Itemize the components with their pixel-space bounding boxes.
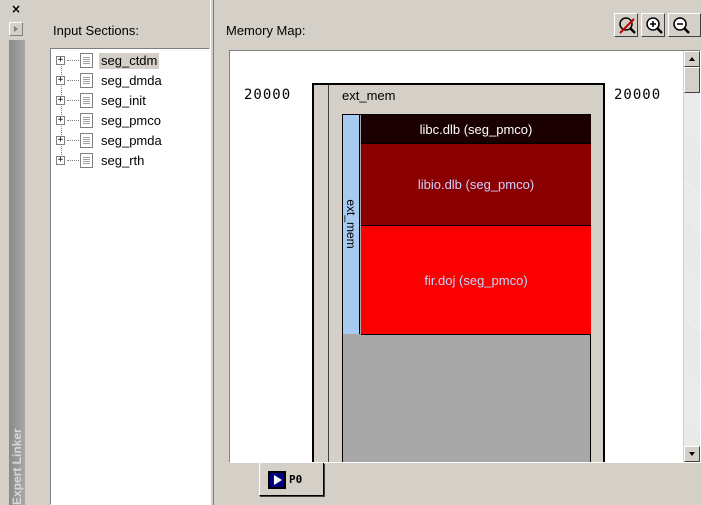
tree-item-label: seg_pmda: [101, 133, 162, 148]
output-section-libc[interactable]: libc.dlb (seg_pmco): [361, 115, 591, 144]
document-icon: [80, 133, 93, 148]
tree-connector: [67, 160, 79, 161]
tree-connector: [67, 120, 79, 121]
zoom-out-button[interactable]: [668, 13, 701, 37]
input-sections-heading: Input Sections:: [53, 23, 139, 38]
processor-tab-strip: P0: [229, 463, 701, 505]
document-icon: [80, 113, 93, 128]
start-address-right: 20000: [614, 87, 662, 103]
expand-icon[interactable]: +: [56, 76, 65, 85]
tree-connector: [67, 140, 79, 141]
tree-item-seg-rth[interactable]: + seg_rth: [51, 152, 206, 170]
memory-map-heading: Memory Map:: [226, 23, 306, 38]
tree-item-seg-dmda[interactable]: + seg_dmda: [51, 72, 206, 90]
memory-map-view[interactable]: 20000 20000 ext_mem ext_mem libc.dlb (se…: [229, 50, 701, 463]
scroll-thumb[interactable]: [684, 67, 700, 93]
output-section-libio[interactable]: libio.dlb (seg_pmco): [361, 144, 591, 226]
memory-segment-title: ext_mem: [342, 88, 396, 103]
memory-side-label-bar: ext_mem: [343, 115, 360, 334]
zoom-reset-icon: [619, 17, 636, 34]
dock-bar: × Expert Linker: [0, 0, 27, 505]
tree-item-seg-init[interactable]: + seg_init: [51, 92, 206, 110]
memory-divider: [328, 85, 329, 462]
expand-icon[interactable]: +: [56, 116, 65, 125]
dock-title-label: Expert Linker: [10, 428, 24, 505]
tree-item-label: seg_rth: [101, 153, 145, 168]
expand-icon[interactable]: +: [56, 56, 65, 65]
tree-connector: [67, 60, 79, 61]
tree-item-label: seg_dmda: [101, 73, 162, 88]
output-section-label: fir.doj (seg_pmco): [424, 272, 528, 288]
scroll-down-button[interactable]: [684, 446, 700, 462]
vertical-scrollbar[interactable]: [683, 51, 700, 462]
tree-item-seg-ctdm[interactable]: + seg_ctdm: [51, 52, 206, 70]
close-icon[interactable]: ×: [9, 3, 23, 15]
zoom-reset-button[interactable]: [614, 13, 638, 37]
memory-segment-body: ext_mem libc.dlb (seg_pmco) libio.dlb (s…: [342, 114, 591, 462]
zoom-out-icon: [673, 17, 690, 34]
expand-icon[interactable]: +: [56, 136, 65, 145]
dock-title: Expert Linker: [9, 375, 25, 505]
tab-p0[interactable]: P0: [259, 463, 324, 496]
tab-label: P0: [289, 473, 303, 486]
input-sections-tree[interactable]: + seg_ctdm + seg_dmda + seg_init + seg_pmco + seg…: [50, 48, 210, 505]
tree-item-seg-pmda[interactable]: + seg_pmda: [51, 132, 206, 150]
expand-icon[interactable]: +: [56, 156, 65, 165]
input-sections-panel: Input Sections: + seg_ctdm + seg_dmda + seg_i…: [38, 8, 210, 505]
scroll-up-button[interactable]: [684, 51, 700, 67]
tree-item-seg-pmco[interactable]: + seg_pmco: [51, 112, 206, 130]
tree-item-label: seg_ctdm: [99, 53, 160, 69]
memory-side-label: ext_mem: [344, 199, 358, 249]
tree-item-label: seg_pmco: [101, 113, 161, 128]
memory-map-panel: Memory Map: 20000 20000 ext_mem ext_mem …: [215, 0, 701, 505]
tree-item-label: seg_init: [101, 93, 146, 108]
document-icon: [80, 93, 93, 108]
document-icon: [80, 73, 93, 88]
output-section-fir[interactable]: fir.doj (seg_pmco): [361, 226, 591, 335]
panel-splitter[interactable]: [210, 0, 214, 505]
output-section-label: libc.dlb (seg_pmco): [419, 121, 533, 137]
processor-icon: [268, 471, 286, 489]
tree-connector: [67, 100, 79, 101]
tree-connector: [67, 80, 79, 81]
output-section-label: libio.dlb (seg_pmco): [417, 177, 535, 192]
document-icon: [80, 153, 93, 168]
zoom-in-button[interactable]: [641, 13, 665, 37]
pin-icon[interactable]: [9, 22, 23, 36]
document-icon: [80, 53, 93, 68]
memory-segment-ext-mem[interactable]: ext_mem ext_mem libc.dlb (seg_pmco) libi…: [312, 83, 605, 462]
expand-icon[interactable]: +: [56, 96, 65, 105]
start-address-left: 20000: [244, 87, 292, 103]
zoom-in-icon: [646, 17, 663, 34]
